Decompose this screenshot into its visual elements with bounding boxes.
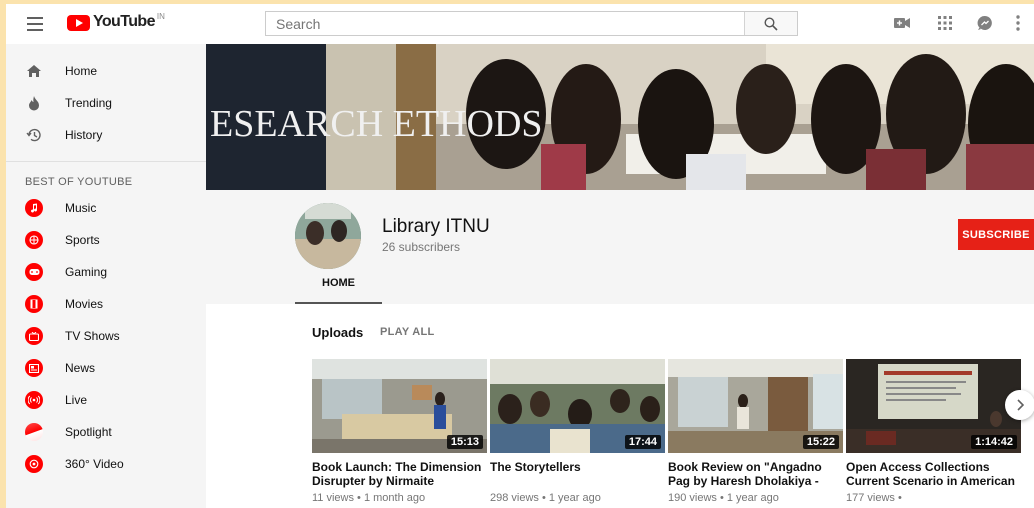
apps-grid-icon[interactable] [936,14,954,37]
gaming-icon [25,263,43,281]
sidebar-item-label: News [65,361,96,375]
sidebar-item-label: Live [65,393,88,407]
sidebar-item-history[interactable]: History [6,119,206,151]
hamburger-menu-icon[interactable] [27,17,43,31]
top-bar: YouTube IN [6,4,1034,44]
video-card[interactable]: 17:44 The Storytellers 298 views • 1 yea… [490,359,665,504]
video-meta: 190 views • 1 year ago [668,492,779,504]
logo-text: YouTube [93,13,155,30]
home-icon [25,62,43,80]
video-duration: 15:22 [802,435,839,449]
history-icon [25,126,43,144]
sidebar-item-label: 360° Video [65,457,124,471]
sidebar-item-label: Sports [65,233,100,247]
sidebar-item-tv-shows[interactable]: TV Shows [6,320,206,352]
youtube-play-icon [67,15,90,31]
video-meta: 11 views • 1 month ago [312,492,426,504]
video-thumbnail[interactable]: 15:22 [668,359,843,453]
youtube-window: YouTube IN Home Trending [6,4,1034,508]
sidebar-item-trending[interactable]: Trending [6,87,206,119]
sidebar-item-live[interactable]: Live [6,384,206,416]
sidebar-item-sports[interactable]: Sports [6,224,206,256]
spotlight-icon [25,423,43,441]
video-thumbnail[interactable]: 1:14:42 [846,359,1021,453]
search-input[interactable] [266,12,744,35]
channel-header: Library ITNU 26 subscribers SUBSCRIBE HO… [206,190,1034,304]
tab-home[interactable]: HOME [295,276,382,304]
banner-text: ESEARCH ETHODS [210,103,543,145]
carousel-next-button[interactable] [1005,390,1034,420]
sidebar-item-movies[interactable]: Movies [6,288,206,320]
logo-country: IN [156,12,165,21]
sports-icon [25,231,43,249]
sidebar-item-label: Home [65,64,98,78]
360-video-icon [25,455,43,473]
sidebar-item-gaming[interactable]: Gaming [6,256,206,288]
sidebar-item-home[interactable]: Home [6,55,206,87]
movies-icon [25,295,43,313]
youtube-logo[interactable]: YouTube IN [67,12,165,35]
video-card[interactable]: 15:13 Book Launch: The Dimension Disrupt… [312,359,487,504]
upload-video-icon[interactable] [893,14,911,37]
sidebar-item-label: Music [65,201,97,215]
subscribe-button[interactable]: SUBSCRIBE [958,219,1034,250]
channel-banner: ESEARCH ETHODS [206,44,1034,190]
sidebar-item-spotlight[interactable]: Spotlight [6,416,206,448]
video-title[interactable]: Book Review on "Angadno Pag by Haresh Dh… [668,460,843,488]
video-card[interactable]: 1:14:42 Open Access Collections Current … [846,359,1021,504]
tv-icon [25,327,43,345]
video-title[interactable]: Book Launch: The Dimension Disrupter by … [312,460,487,488]
sidebar-item-label: Gaming [65,265,108,279]
sidebar: Home Trending History BEST OF YOUTUBE Mu… [6,44,206,508]
search-icon [764,16,778,31]
uploads-title[interactable]: Uploads [312,325,363,340]
video-duration: 1:14:42 [971,435,1017,449]
sidebar-item-360-video[interactable]: 360° Video [6,448,206,480]
sidebar-item-music[interactable]: Music [6,192,206,224]
video-title[interactable]: Open Access Collections Current Scenario… [846,460,1021,488]
live-icon [25,391,43,409]
sidebar-item-label: Movies [65,297,104,311]
sidebar-divider [6,161,206,162]
video-card[interactable]: 15:22 Book Review on "Angadno Pag by Har… [668,359,843,504]
channel-name: Library ITNU [382,216,490,237]
messages-icon[interactable] [976,14,994,37]
video-thumbnail[interactable]: 15:13 [312,359,487,453]
more-options-icon[interactable] [1015,14,1021,37]
video-meta: 298 views • 1 year ago [490,492,601,504]
video-thumbnail[interactable]: 17:44 [490,359,665,453]
video-duration: 15:13 [446,435,483,449]
video-meta: 177 views • [846,492,902,504]
flame-icon [25,94,43,112]
play-all-button[interactable]: PLAY ALL [380,326,435,338]
news-icon [25,359,43,377]
video-title[interactable]: The Storytellers [490,460,665,488]
video-duration: 17:44 [624,435,661,449]
channel-avatar[interactable] [295,203,361,269]
search-button[interactable] [744,12,797,35]
chevron-right-icon [1017,399,1024,411]
music-icon [25,199,43,217]
sidebar-item-label: Spotlight [65,425,112,439]
sidebar-item-news[interactable]: News [6,352,206,384]
sidebar-item-label: TV Shows [65,329,120,343]
uploads-section: Uploads PLAY ALL 15:13 Book Launch: The … [206,304,1034,508]
sidebar-section-title: BEST OF YOUTUBE [25,176,133,188]
sidebar-item-label: History [65,128,103,142]
sidebar-item-label: Trending [65,96,112,110]
banner-image: ESEARCH ETHODS [206,44,1034,190]
subscriber-count: 26 subscribers [382,240,461,254]
search-bar [265,11,798,36]
